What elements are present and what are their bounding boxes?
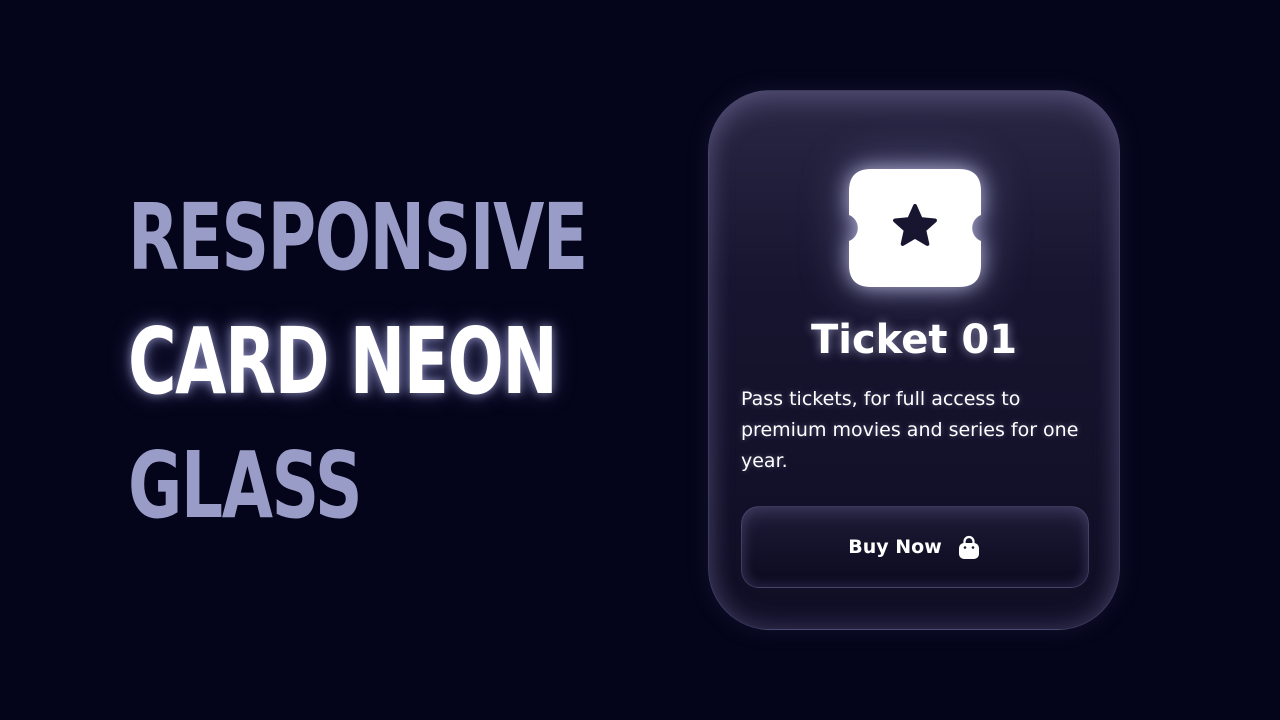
shopping-bag-icon <box>956 534 982 560</box>
headline-line-3: GLASS <box>128 432 363 539</box>
ticket-star-icon <box>849 169 981 287</box>
ticket-description: Pass tickets, for full access to premium… <box>741 388 1079 472</box>
buy-now-label: Buy Now <box>848 536 942 558</box>
headline-line-2: CARD NEON <box>128 308 558 415</box>
headline-line-1: RESPONSIVE <box>128 184 588 291</box>
ticket-card: Ticket 01 Pass tickets, for full access … <box>708 90 1120 630</box>
buy-now-button[interactable]: Buy Now <box>741 506 1089 588</box>
headline: RESPONSIVE CARD NEON GLASS <box>128 176 588 548</box>
page: RESPONSIVE CARD NEON GLASS Ticket 01 Pas… <box>0 0 1280 720</box>
ticket-title: Ticket 01 <box>810 317 1018 363</box>
